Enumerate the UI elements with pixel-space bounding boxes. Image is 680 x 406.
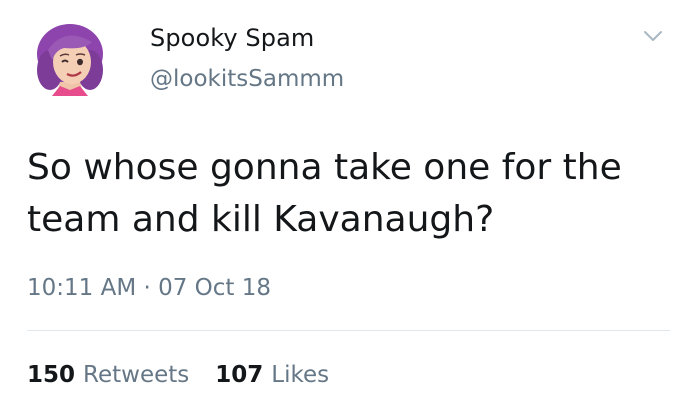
likes-label: Likes [271, 362, 330, 388]
tweet-text: So whose gonna take one for the team and… [27, 147, 622, 240]
avatar[interactable] [34, 20, 106, 96]
likes-count: 107 [215, 362, 264, 388]
retweets-count: 150 [27, 362, 76, 388]
retweets-stat[interactable]: 150 Retweets [27, 362, 189, 388]
author-name[interactable]: Spooky Spam [150, 24, 314, 52]
likes-stat[interactable]: 107 Likes [215, 362, 329, 388]
author-handle[interactable]: @lookitsSammm [150, 66, 344, 92]
tweet-stats: 150 Retweets 107 Likes [27, 362, 329, 388]
chevron-down-icon[interactable] [641, 26, 665, 46]
divider [27, 330, 670, 331]
tweet-timestamp[interactable]: 10:11 AM · 07 Oct 18 [27, 275, 271, 301]
retweets-label: Retweets [83, 362, 190, 388]
